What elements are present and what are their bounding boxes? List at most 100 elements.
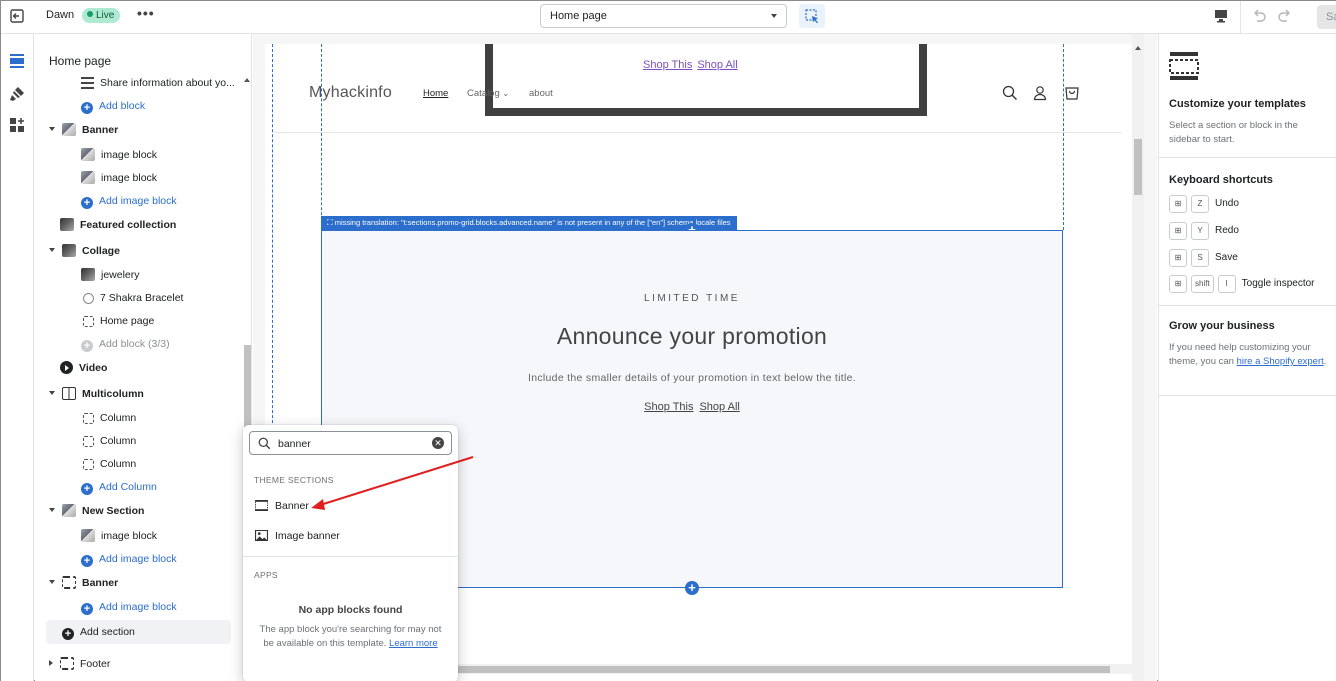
- sidebar-item-label: Banner: [82, 577, 119, 589]
- topbar-divider: [1240, 1, 1241, 34]
- nav-home-link[interactable]: Home: [423, 88, 448, 99]
- sidebar-item-column[interactable]: Column: [81, 407, 136, 429]
- bracket-icon: [83, 436, 94, 447]
- sidebar-section-new-section[interactable]: New Section: [49, 500, 144, 522]
- sidebar-add-image-block[interactable]: + Add image block: [81, 596, 177, 618]
- live-status-badge: Live: [82, 8, 121, 23]
- section-icon: [60, 657, 74, 670]
- shop-this-link[interactable]: Shop This: [643, 59, 692, 71]
- sidebar-title: Home page: [49, 54, 112, 68]
- sidebar-item-image-block[interactable]: image block: [81, 167, 157, 189]
- sidebar-add-block[interactable]: + Add block: [81, 95, 145, 117]
- windows-key: ⊞: [1169, 195, 1187, 213]
- shortcut-key: shift: [1191, 275, 1214, 293]
- caret-down-icon[interactable]: [49, 248, 55, 252]
- scroll-up-arrow-icon[interactable]: [244, 78, 250, 82]
- right-panel: Customize your templates Select a sectio…: [1158, 34, 1336, 681]
- add-circle-icon: +: [81, 340, 93, 352]
- store-logo[interactable]: Myhackinfo: [309, 84, 392, 102]
- sidebar-section-collage[interactable]: Collage: [49, 240, 120, 262]
- scroll-up-arrow-icon[interactable]: [1135, 46, 1141, 50]
- sidebar-item-share-information[interactable]: Share information about yo...: [81, 72, 235, 94]
- app-embeds-icon[interactable]: [9, 117, 25, 133]
- inspector-toggle-button[interactable]: [799, 4, 825, 28]
- windows-key: ⊞: [1169, 275, 1187, 293]
- image-thumbnail: [81, 268, 95, 281]
- add-circle-icon: +: [81, 102, 93, 114]
- bracket-icon: [83, 413, 94, 424]
- shortcut-label: Redo: [1215, 225, 1239, 236]
- search-icon[interactable]: [1002, 85, 1018, 101]
- banner-links: Shop This Shop All: [643, 59, 743, 71]
- shop-all-link[interactable]: Shop All: [697, 59, 737, 71]
- caret-down-icon[interactable]: [49, 508, 55, 512]
- sidebar-item-column[interactable]: Column: [81, 453, 136, 475]
- play-icon: [60, 361, 73, 374]
- image-thumbnail: [81, 148, 95, 161]
- caret-down-icon[interactable]: [49, 127, 55, 131]
- desktop-view-icon[interactable]: [1213, 8, 1229, 24]
- page-select[interactable]: Home page: [540, 4, 787, 28]
- shop-this-link[interactable]: Shop This: [644, 401, 693, 413]
- sidebar-item-label: Share information about yo...: [100, 77, 235, 89]
- search-icon: [258, 437, 271, 450]
- sidebar-item-label: image block: [101, 172, 158, 184]
- exit-icon[interactable]: [9, 8, 25, 24]
- sections-icon[interactable]: [9, 53, 25, 69]
- shop-all-link[interactable]: Shop All: [699, 401, 739, 413]
- shortcut-key: Y: [1191, 222, 1209, 240]
- nav-about-link[interactable]: about: [529, 88, 553, 99]
- sidebar-add-column[interactable]: + Add Column: [81, 476, 157, 498]
- sidebar-section-video[interactable]: Video: [60, 357, 107, 379]
- preview-horizontal-scroll-thumb[interactable]: [458, 666, 1110, 673]
- learn-more-link[interactable]: Learn more: [389, 638, 438, 649]
- nav-catalog-link[interactable]: Catalog ⌄: [467, 88, 509, 99]
- sidebar-item-home-page[interactable]: Home page: [81, 310, 154, 332]
- save-button[interactable]: Sa: [1317, 5, 1336, 29]
- shortcut-redo: ⊞ Y Redo: [1169, 222, 1239, 240]
- sidebar-item-label: image block: [101, 530, 158, 542]
- search-result-image-banner[interactable]: Image banner: [243, 523, 458, 549]
- more-actions-button[interactable]: •••: [137, 5, 155, 21]
- theme-settings-brush-icon[interactable]: [9, 86, 25, 102]
- section-warning-tag[interactable]: ⛶ missing translation: "t:sections.promo…: [321, 216, 737, 230]
- account-icon[interactable]: [1032, 85, 1048, 101]
- insert-section-below-button[interactable]: +: [685, 581, 699, 595]
- image-thumbnail: [60, 218, 74, 231]
- sidebar-section-banner[interactable]: Banner: [49, 119, 118, 141]
- preview-vertical-scroll-thumb[interactable]: [1134, 139, 1142, 195]
- section-search-field[interactable]: ✕: [249, 431, 452, 455]
- sidebar-item-image-block[interactable]: image block: [81, 525, 157, 547]
- search-result-banner[interactable]: Banner: [243, 493, 458, 519]
- preview-vertical-scrollbar[interactable]: [1132, 34, 1144, 681]
- sidebar-item-label: New Section: [82, 505, 145, 517]
- add-section-button[interactable]: + Add section: [46, 620, 231, 644]
- sidebar-section-multicolumn[interactable]: Multicolumn: [49, 383, 144, 405]
- sidebar-section-banner-new[interactable]: Banner: [49, 572, 118, 594]
- cart-icon[interactable]: [1064, 85, 1080, 101]
- caret-down-icon[interactable]: [49, 580, 55, 584]
- sidebar-add-image-block[interactable]: + Add image block: [81, 190, 177, 212]
- promo-kicker: LIMITED TIME: [644, 293, 740, 304]
- hire-expert-link[interactable]: hire a Shopify expert: [1237, 356, 1324, 367]
- no-app-blocks-message: The app block you're searching for may n…: [259, 623, 442, 651]
- caret-right-icon[interactable]: [49, 660, 53, 666]
- chevron-down-icon: ⌄: [502, 89, 510, 98]
- undo-icon[interactable]: [1251, 7, 1267, 25]
- sidebar-section-footer[interactable]: Footer: [49, 653, 110, 675]
- sidebar-item-jewelery[interactable]: jewelery: [81, 264, 140, 286]
- image-icon: [255, 530, 268, 541]
- section-search-input[interactable]: [278, 436, 418, 451]
- sidebar-item-product[interactable]: 7 Shakra Bracelet: [81, 287, 183, 309]
- sidebar-section-featured-collection[interactable]: Featured collection: [60, 214, 176, 236]
- caret-down-icon[interactable]: [49, 391, 55, 395]
- sidebar-item-column[interactable]: Column: [81, 430, 136, 452]
- sidebar-item-label: Video: [79, 362, 108, 374]
- redo-icon[interactable]: [1277, 7, 1293, 25]
- sidebar-item-image-block[interactable]: image block: [81, 144, 157, 166]
- promo-title: Announce your promotion: [556, 323, 828, 349]
- sidebar-add-image-block[interactable]: + Add image block: [81, 548, 177, 570]
- clear-search-icon[interactable]: ✕: [432, 437, 444, 449]
- bracket-icon: [83, 459, 94, 470]
- shortcut-label: Toggle inspector: [1241, 278, 1315, 289]
